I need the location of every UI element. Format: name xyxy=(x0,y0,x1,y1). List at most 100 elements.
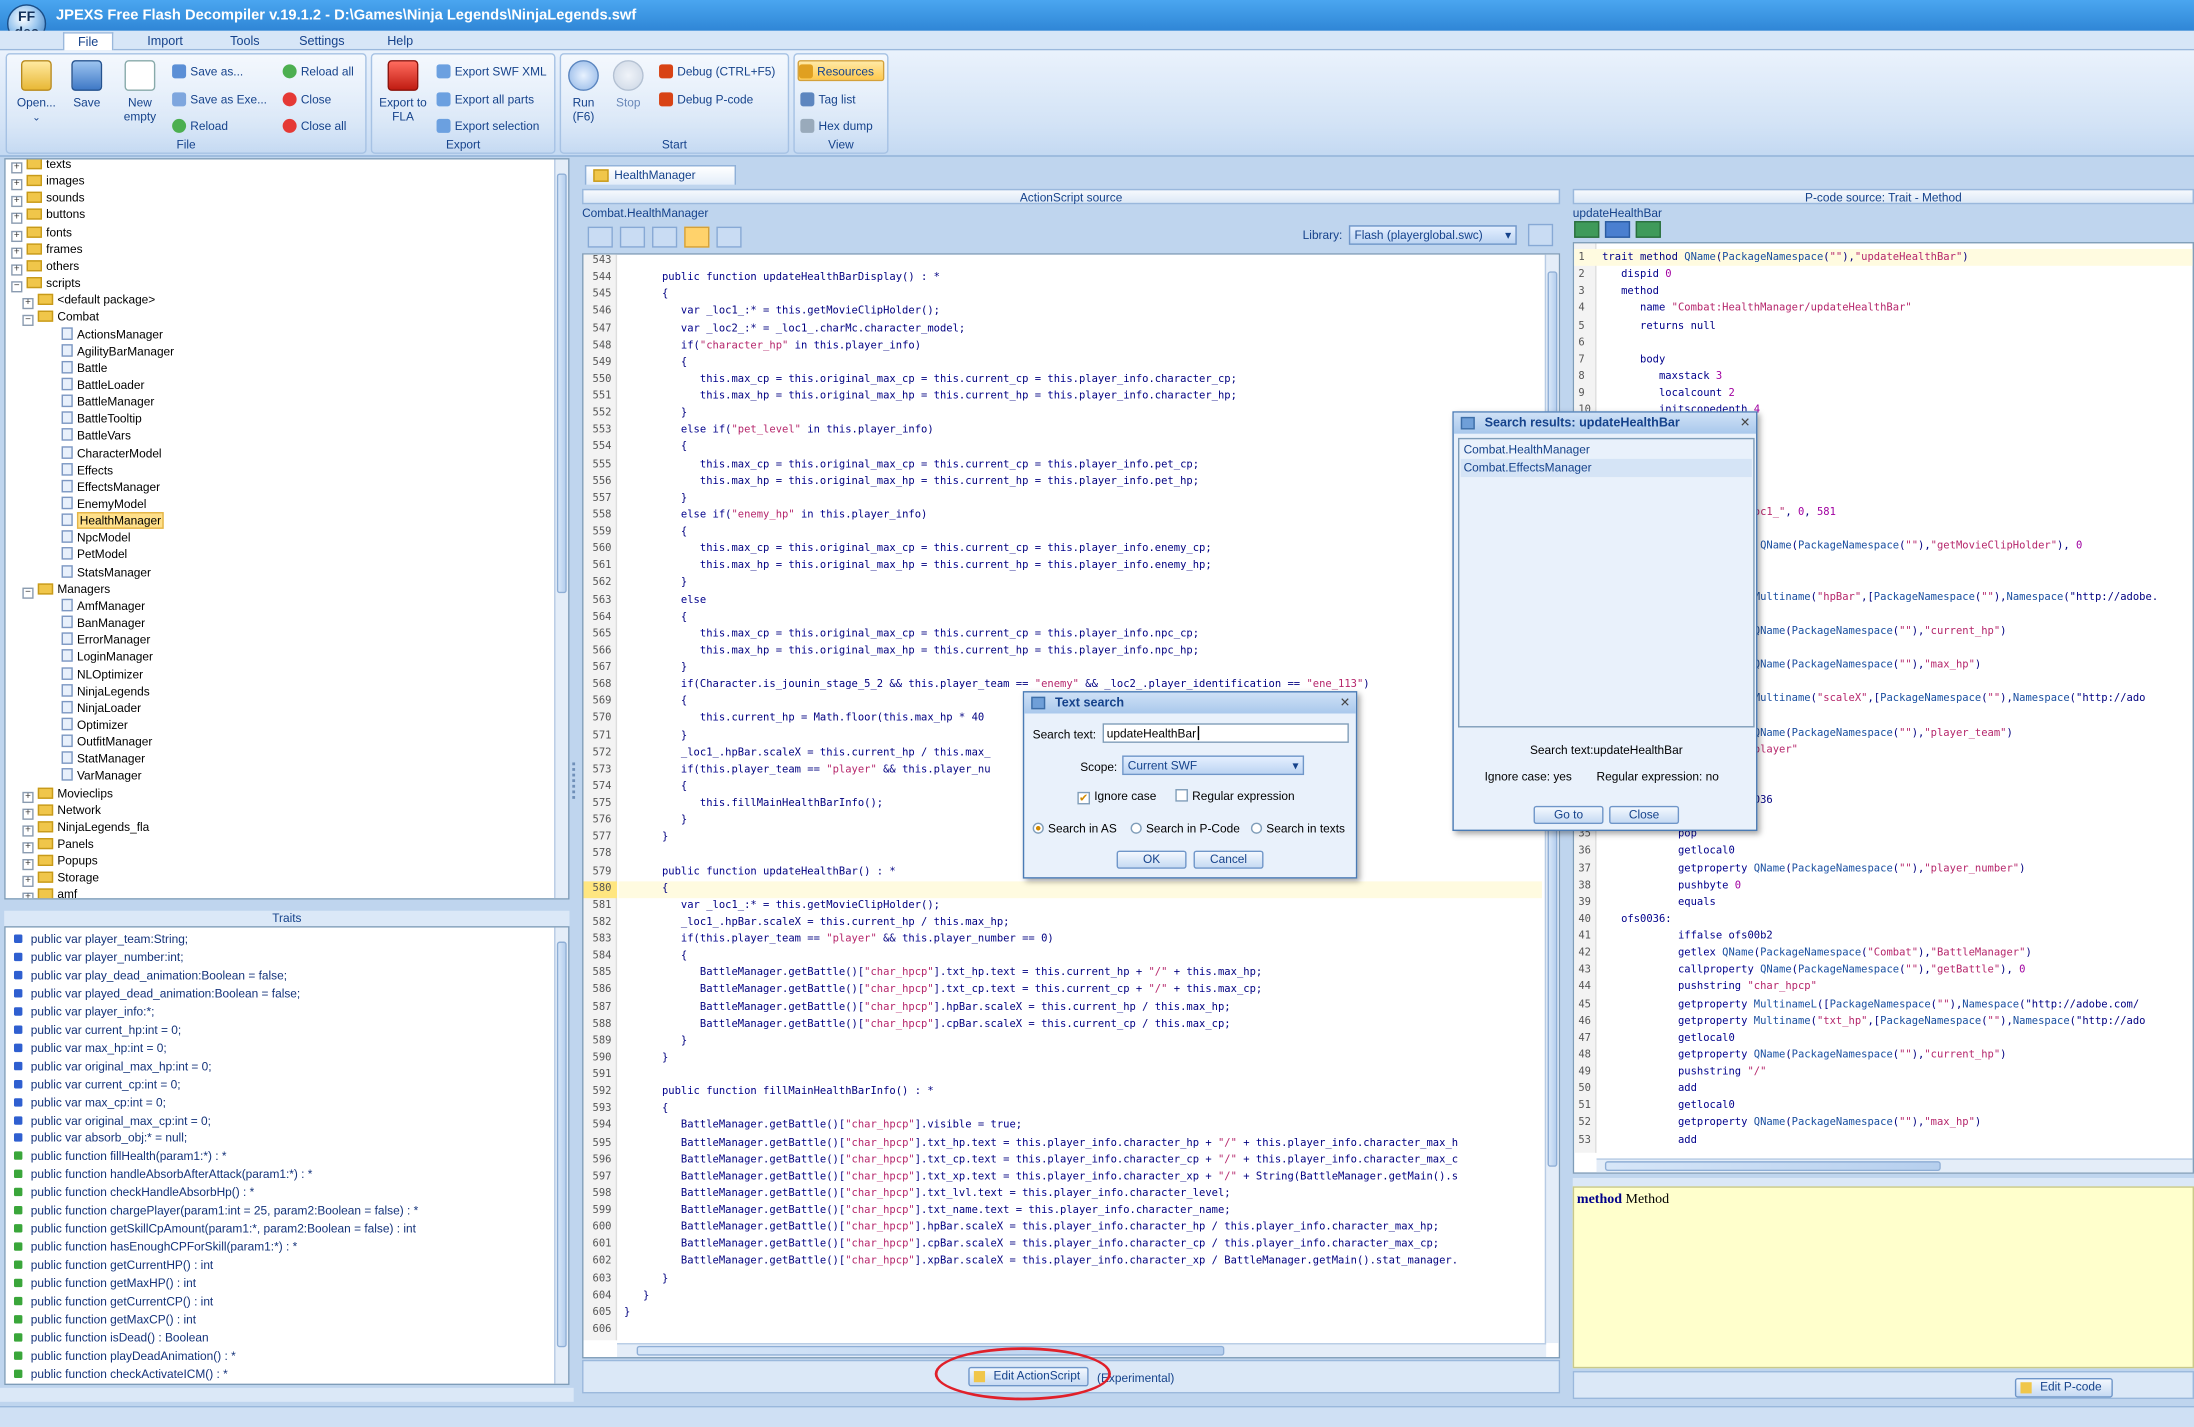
tree-class-item[interactable]: BanManager xyxy=(45,614,145,631)
menu-import[interactable]: Import xyxy=(140,32,190,50)
pcode-hex-icon[interactable] xyxy=(1604,221,1631,238)
graph-icon[interactable] xyxy=(716,226,742,248)
deobfuscate-icon[interactable] xyxy=(587,226,613,248)
debug-pcode-button[interactable]: Debug P-code xyxy=(659,92,753,107)
debug-button[interactable]: Debug (CTRL+F5) xyxy=(659,64,775,79)
dialog-close-icon[interactable]: ✕ xyxy=(1340,693,1351,714)
tree-class-item[interactable]: NpcModel xyxy=(45,529,131,546)
go-to-button[interactable]: Go to xyxy=(1533,805,1604,825)
tree-folder-item[interactable]: − Managers xyxy=(22,580,110,599)
pcode-hscroll-thumb[interactable] xyxy=(1604,1161,1941,1171)
trait-item[interactable]: public function chargePlayer(param1:int … xyxy=(13,1202,418,1220)
tree-folder-item[interactable]: + <default package> xyxy=(22,291,155,310)
tree-folder-item[interactable]: + sounds xyxy=(11,189,85,208)
tree-class-item[interactable]: PetModel xyxy=(45,546,127,563)
search-in-texts-option[interactable]: Search in texts xyxy=(1250,821,1345,835)
trait-item[interactable]: public function getCurrentCP() : int xyxy=(13,1293,213,1311)
results-close-button[interactable]: Close xyxy=(1609,805,1680,825)
collapse-icon[interactable]: − xyxy=(22,315,34,327)
reload-button[interactable]: Reload xyxy=(172,118,228,133)
ok-button[interactable]: OK xyxy=(1116,850,1187,869)
collapse-icon[interactable]: − xyxy=(22,587,34,599)
search-in-pcode-option[interactable]: Search in P-Code xyxy=(1130,821,1240,835)
hex-dump-button[interactable]: Hex dump xyxy=(800,118,873,133)
cancel-button[interactable]: Cancel xyxy=(1193,850,1264,869)
tree-class-item[interactable]: Battle xyxy=(45,359,107,376)
new-empty-button[interactable]: New empty xyxy=(116,60,164,123)
resource-tree[interactable]: + texts + images + sounds + buttons + fonts + frame… xyxy=(4,158,570,900)
trait-item[interactable]: public var original_max_cp:int = 0; xyxy=(13,1112,211,1130)
library-select[interactable]: Flash (playerglobal.swc) ▾ xyxy=(1348,225,1517,245)
result-item[interactable]: Combat.HealthManager xyxy=(1461,441,1752,459)
menu-settings[interactable]: Settings xyxy=(294,32,350,50)
menu-help[interactable]: Help xyxy=(378,32,423,50)
traits-list[interactable]: public var player_team:String; public var… xyxy=(4,926,570,1386)
tree-folder-item[interactable]: + NinjaLegends_fla xyxy=(22,818,149,837)
tree-folder-item[interactable]: + images xyxy=(11,172,85,191)
tree-class-item[interactable]: BattleLoader xyxy=(45,376,144,393)
tree-class-item[interactable]: EffectsManager xyxy=(45,478,160,495)
tree-class-item[interactable]: Optimizer xyxy=(45,716,128,733)
tree-class-item[interactable]: NinjaLoader xyxy=(45,699,141,716)
settings-icon[interactable] xyxy=(619,226,646,248)
tree-class-item[interactable]: HealthManager xyxy=(45,512,164,530)
expand-icon[interactable]: + xyxy=(22,893,34,899)
tree-scrollbar[interactable] xyxy=(554,159,569,899)
trait-item[interactable]: public function getMaxCP() : int xyxy=(13,1311,196,1329)
vertical-splitter-handle[interactable] xyxy=(572,762,578,799)
results-close-icon[interactable]: ✕ xyxy=(1740,413,1751,434)
tree-class-item[interactable]: AgilityBarManager xyxy=(45,342,174,359)
tree-class-item[interactable]: LoginManager xyxy=(45,648,153,665)
regex-checkbox[interactable] xyxy=(1175,789,1188,802)
trait-item[interactable]: public var play_dead_animation:Boolean =… xyxy=(13,967,287,985)
menu-tools[interactable]: Tools xyxy=(220,32,270,50)
resources-button[interactable]: Resources xyxy=(797,60,885,82)
trait-item[interactable]: public function getCurrentHP() : int xyxy=(13,1256,213,1274)
trait-item[interactable]: public var played_dead_animation:Boolean… xyxy=(13,985,300,1003)
trait-item[interactable]: public var max_cp:int = 0; xyxy=(13,1093,166,1111)
tree-folder-item[interactable]: + amf xyxy=(22,886,77,899)
tree-class-item[interactable]: ErrorManager xyxy=(45,631,150,648)
pcode-graph-icon[interactable] xyxy=(1574,221,1600,238)
trait-item[interactable]: public function checkHandleAbsorbHp() : … xyxy=(13,1184,254,1202)
ignore-case-option[interactable]: ✔ Ignore case xyxy=(1077,789,1156,805)
tree-scroll-thumb[interactable] xyxy=(556,173,567,594)
search-in-as-radio[interactable] xyxy=(1032,822,1044,834)
trait-item[interactable]: public var max_hp:int = 0; xyxy=(13,1039,167,1057)
result-item[interactable]: Combat.EffectsManager xyxy=(1460,458,1752,478)
tree-folder-item[interactable]: + texts xyxy=(11,159,71,174)
pencil-icon[interactable] xyxy=(684,226,710,248)
tree-class-item[interactable]: VarManager xyxy=(45,767,142,784)
close-all-button[interactable]: Close all xyxy=(282,118,346,133)
trait-item[interactable]: public function hasEnoughCPForSkill(para… xyxy=(13,1238,297,1256)
tree-class-item[interactable]: EnemyModel xyxy=(45,495,146,512)
trait-item[interactable]: public var absorb_obj:* = null; xyxy=(13,1130,187,1148)
tree-folder-item[interactable]: − scripts xyxy=(11,274,81,293)
tree-class-item[interactable]: AmfManager xyxy=(45,597,145,614)
search-in-pcode-radio[interactable] xyxy=(1130,822,1142,834)
open-button[interactable]: Open... ⌄ xyxy=(11,60,61,126)
save-as-exe-button[interactable]: Save as Exe... xyxy=(172,92,267,107)
editor-hscroll-thumb[interactable] xyxy=(636,1345,1225,1356)
search-in-as-option[interactable]: Search in AS xyxy=(1032,821,1117,835)
tree-folder-item[interactable]: + Panels xyxy=(22,835,94,854)
trait-item[interactable]: public var original_max_hp:int = 0; xyxy=(13,1057,212,1075)
trait-item[interactable]: public var current_cp:int = 0; xyxy=(13,1075,181,1093)
reload-all-button[interactable]: Reload all xyxy=(282,64,354,79)
search-icon[interactable] xyxy=(652,226,678,248)
tree-folder-item[interactable]: + Movieclips xyxy=(22,784,113,803)
ignore-case-checkbox[interactable]: ✔ xyxy=(1077,791,1091,805)
export-selection-button[interactable]: Export selection xyxy=(436,118,539,133)
tree-class-item[interactable]: BattleManager xyxy=(45,393,154,410)
save-button[interactable]: Save xyxy=(66,60,108,109)
trait-item[interactable]: public function fillHealth(param1:*) : * xyxy=(13,1148,226,1166)
tree-class-item[interactable]: OutfitManager xyxy=(45,733,152,750)
trait-item[interactable]: public var player_info:*; xyxy=(13,1003,154,1021)
tree-folder-item[interactable]: + frames xyxy=(11,240,83,259)
tree-class-item[interactable]: CharacterModel xyxy=(45,444,162,461)
editor-tab[interactable]: HealthManager xyxy=(584,165,736,185)
tree-class-item[interactable]: StatManager xyxy=(45,750,145,767)
export-fla-button[interactable]: Export to FLA xyxy=(376,60,429,123)
regex-option[interactable]: Regular expression xyxy=(1175,789,1295,803)
close-button[interactable]: Close xyxy=(282,92,331,107)
